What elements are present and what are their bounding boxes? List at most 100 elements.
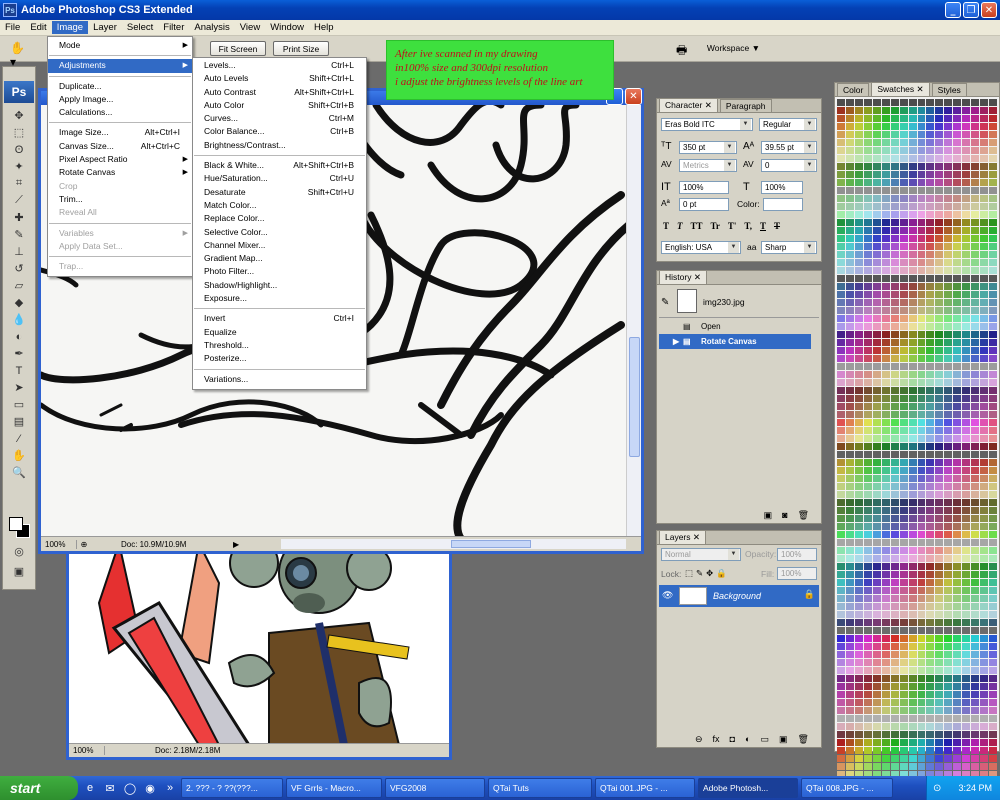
color-swatch[interactable]: [845, 667, 854, 674]
color-swatch[interactable]: [935, 131, 944, 138]
screen-mode-icon[interactable]: ▣: [5, 563, 33, 580]
color-swatch[interactable]: [989, 539, 997, 546]
color-swatch[interactable]: [953, 699, 962, 706]
color-swatch[interactable]: [980, 155, 989, 162]
color-swatch[interactable]: [917, 707, 926, 714]
color-swatch[interactable]: [917, 275, 926, 282]
color-swatch[interactable]: [890, 547, 899, 554]
color-swatch[interactable]: [980, 379, 989, 386]
tab-swatches[interactable]: Swatches ✕: [871, 82, 930, 96]
color-swatch[interactable]: [989, 531, 997, 538]
color-swatch[interactable]: [863, 363, 872, 370]
color-swatch[interactable]: [845, 739, 854, 746]
color-swatch[interactable]: [971, 275, 980, 282]
color-swatch[interactable]: [989, 123, 997, 130]
color-swatch[interactable]: [935, 747, 944, 754]
color-swatch[interactable]: [962, 755, 971, 762]
color-swatch[interactable]: [926, 267, 935, 274]
status-arrow-icon[interactable]: ▶: [233, 540, 239, 549]
color-swatch[interactable]: [837, 651, 845, 658]
color-swatch[interactable]: [845, 707, 854, 714]
color-swatch[interactable]: [980, 763, 989, 770]
color-swatch[interactable]: [837, 299, 845, 306]
color-swatch[interactable]: [899, 547, 908, 554]
blend-mode-select[interactable]: Normal: [661, 548, 741, 561]
color-swatch[interactable]: [908, 523, 917, 530]
color-swatch[interactable]: [881, 499, 890, 506]
color-swatch[interactable]: [872, 379, 881, 386]
color-swatch[interactable]: [837, 315, 845, 322]
color-swatch[interactable]: [917, 251, 926, 258]
color-swatch[interactable]: [908, 275, 917, 282]
color-swatch[interactable]: [872, 331, 881, 338]
color-swatch[interactable]: [837, 115, 845, 122]
color-swatch[interactable]: [917, 555, 926, 562]
color-swatch[interactable]: [908, 531, 917, 538]
color-swatch[interactable]: [980, 739, 989, 746]
color-swatch[interactable]: [935, 171, 944, 178]
color-swatch[interactable]: [872, 179, 881, 186]
horizontal-scroll-thumb[interactable]: [451, 540, 531, 548]
color-swatch[interactable]: [980, 443, 989, 450]
color-swatch[interactable]: [926, 155, 935, 162]
color-swatch[interactable]: [908, 659, 917, 666]
color-swatch[interactable]: [899, 643, 908, 650]
color-swatch[interactable]: [935, 507, 944, 514]
color-swatch[interactable]: [926, 531, 935, 538]
color-swatch[interactable]: [908, 603, 917, 610]
color-swatch[interactable]: [854, 619, 863, 626]
color-swatch[interactable]: [971, 355, 980, 362]
color-swatch[interactable]: [926, 419, 935, 426]
color-swatch[interactable]: [881, 355, 890, 362]
color-swatch[interactable]: [872, 355, 881, 362]
color-swatch[interactable]: [872, 195, 881, 202]
color-swatch[interactable]: [854, 483, 863, 490]
color-swatch[interactable]: [854, 195, 863, 202]
color-swatch[interactable]: [890, 227, 899, 234]
color-swatch[interactable]: [863, 195, 872, 202]
color-swatch[interactable]: [908, 723, 917, 730]
color-swatch[interactable]: [935, 691, 944, 698]
color-swatch[interactable]: [890, 299, 899, 306]
color-swatch[interactable]: [917, 259, 926, 266]
color-swatch[interactable]: [935, 179, 944, 186]
color-swatch[interactable]: [872, 739, 881, 746]
color-swatch[interactable]: [971, 147, 980, 154]
color-swatch[interactable]: [971, 235, 980, 242]
color-swatch[interactable]: [854, 379, 863, 386]
color-swatch[interactable]: [863, 243, 872, 250]
color-swatch[interactable]: [953, 227, 962, 234]
color-swatch[interactable]: [899, 539, 908, 546]
color-swatch[interactable]: [935, 211, 944, 218]
color-swatch[interactable]: [837, 427, 845, 434]
magic-wand-tool-icon[interactable]: ✦: [5, 158, 33, 175]
color-swatch[interactable]: [980, 475, 989, 482]
color-swatch[interactable]: [962, 139, 971, 146]
color-swatch[interactable]: [872, 451, 881, 458]
taskbar-item-2[interactable]: VF Grrls - Macro...: [286, 778, 382, 798]
color-swatch[interactable]: [872, 395, 881, 402]
adjustment-layer-icon[interactable]: ◐: [745, 734, 750, 745]
color-swatch[interactable]: [845, 547, 854, 554]
color-swatch[interactable]: [872, 491, 881, 498]
color-swatch[interactable]: [890, 155, 899, 162]
color-swatch[interactable]: [935, 419, 944, 426]
color-swatch[interactable]: [854, 243, 863, 250]
color-swatch[interactable]: [845, 267, 854, 274]
color-swatch[interactable]: [854, 491, 863, 498]
color-swatch[interactable]: [944, 195, 953, 202]
color-swatch[interactable]: [953, 755, 962, 762]
taskbar-item-4[interactable]: QTai Tuts: [488, 778, 592, 798]
color-swatch[interactable]: [962, 635, 971, 642]
color-swatch[interactable]: [944, 171, 953, 178]
color-swatch[interactable]: [845, 595, 854, 602]
color-swatch[interactable]: [899, 571, 908, 578]
color-swatch[interactable]: [926, 387, 935, 394]
color-swatch[interactable]: [980, 331, 989, 338]
blur-tool-icon[interactable]: 💧: [5, 311, 33, 328]
color-swatch[interactable]: [944, 563, 953, 570]
color-swatch[interactable]: [899, 139, 908, 146]
color-swatch[interactable]: [845, 419, 854, 426]
color-swatch[interactable]: [854, 755, 863, 762]
color-swatch[interactable]: [872, 619, 881, 626]
